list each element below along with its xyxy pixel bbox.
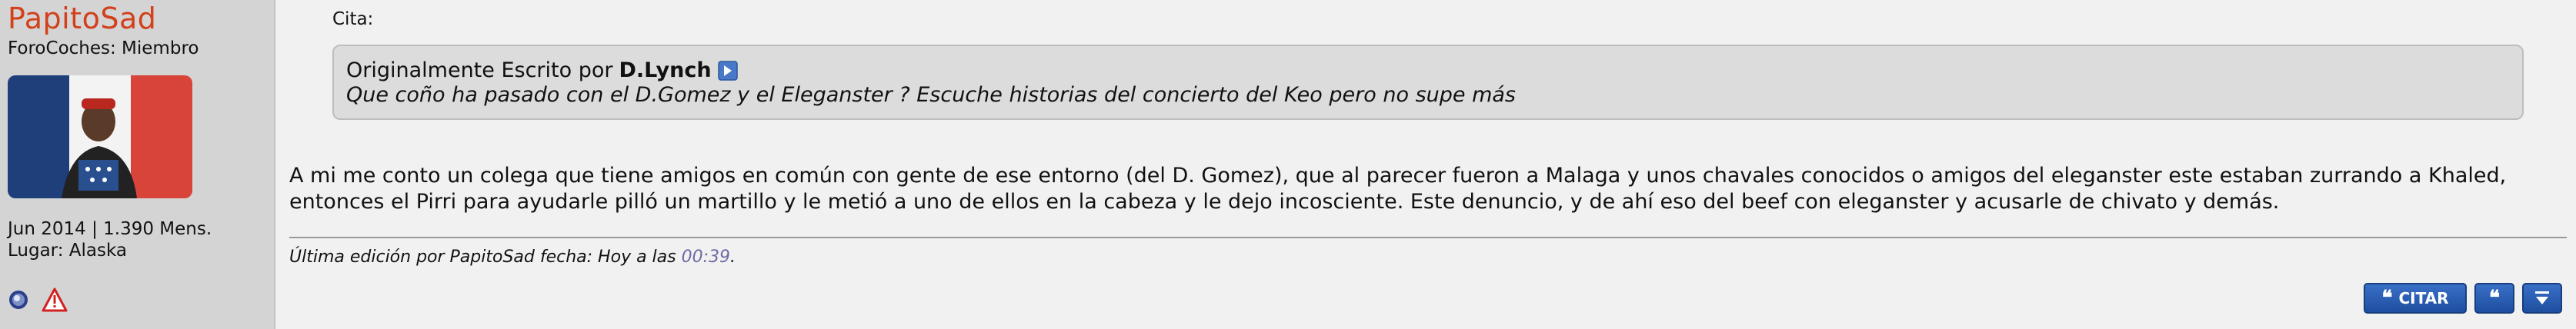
view-post-arrow-icon[interactable] <box>717 60 738 81</box>
edit-note-prefix: Última edición por PapitoSad fecha: Hoy … <box>289 248 682 267</box>
multiquote-button[interactable]: ❝ <box>2474 283 2514 314</box>
user-location: Lugar: Alaska <box>8 241 128 261</box>
post-body-line: A mi me conto un colega que tiene amigos… <box>289 164 2507 188</box>
online-status-icon <box>9 291 28 309</box>
username-link[interactable]: PapitoSad <box>8 2 156 35</box>
quote-box: Originalmente Escrito por D.Lynch Que co… <box>332 45 2524 120</box>
post-body-line: entonces el Pirri para ayudarle pilló un… <box>289 190 2280 214</box>
avatar[interactable] <box>8 75 192 198</box>
quote-prefix: Originalmente Escrito por <box>346 58 613 82</box>
edit-note-suffix: . <box>730 248 736 267</box>
edit-time: 00:39 <box>681 248 731 267</box>
user-info: Jun 2014 | 1.390 Mens. Lugar: Alaska <box>8 218 212 261</box>
post-content: Cita: Originalmente Escrito por D.Lynch … <box>289 0 2576 329</box>
quote-label: Cita: <box>332 9 374 29</box>
quote-marks-icon: ❝ <box>2381 287 2393 310</box>
user-title: ForoCoches: Miembro <box>8 38 199 58</box>
quick-reply-arrow-icon <box>2535 291 2549 304</box>
quote-header: Originalmente Escrito por D.Lynch <box>346 58 738 82</box>
user-join-info: Jun 2014 | 1.390 Mens. <box>8 219 212 239</box>
edit-note: Última edición por PapitoSad fecha: Hoy … <box>289 248 736 267</box>
avatar-image <box>8 75 192 198</box>
multiquote-icon: ❝ <box>2489 287 2500 310</box>
post-body: A mi me conto un colega que tiene amigos… <box>289 163 2559 215</box>
user-sidebar: PapitoSad ForoCoches: Miembro Jun 2014 |… <box>0 0 275 329</box>
quote-author-link[interactable]: D.Lynch <box>619 58 711 82</box>
citar-button[interactable]: ❝ CITAR <box>2364 283 2467 314</box>
post-actions: ❝ CITAR ❝ <box>2364 283 2562 314</box>
user-status-icons <box>8 287 68 312</box>
signature-divider <box>289 237 2567 238</box>
report-warning-icon[interactable] <box>42 287 68 312</box>
quote-text: Que coño ha pasado con el D.Gomez y el E… <box>346 83 1516 107</box>
quick-reply-button[interactable] <box>2522 283 2562 314</box>
citar-button-label: CITAR <box>2398 289 2449 307</box>
